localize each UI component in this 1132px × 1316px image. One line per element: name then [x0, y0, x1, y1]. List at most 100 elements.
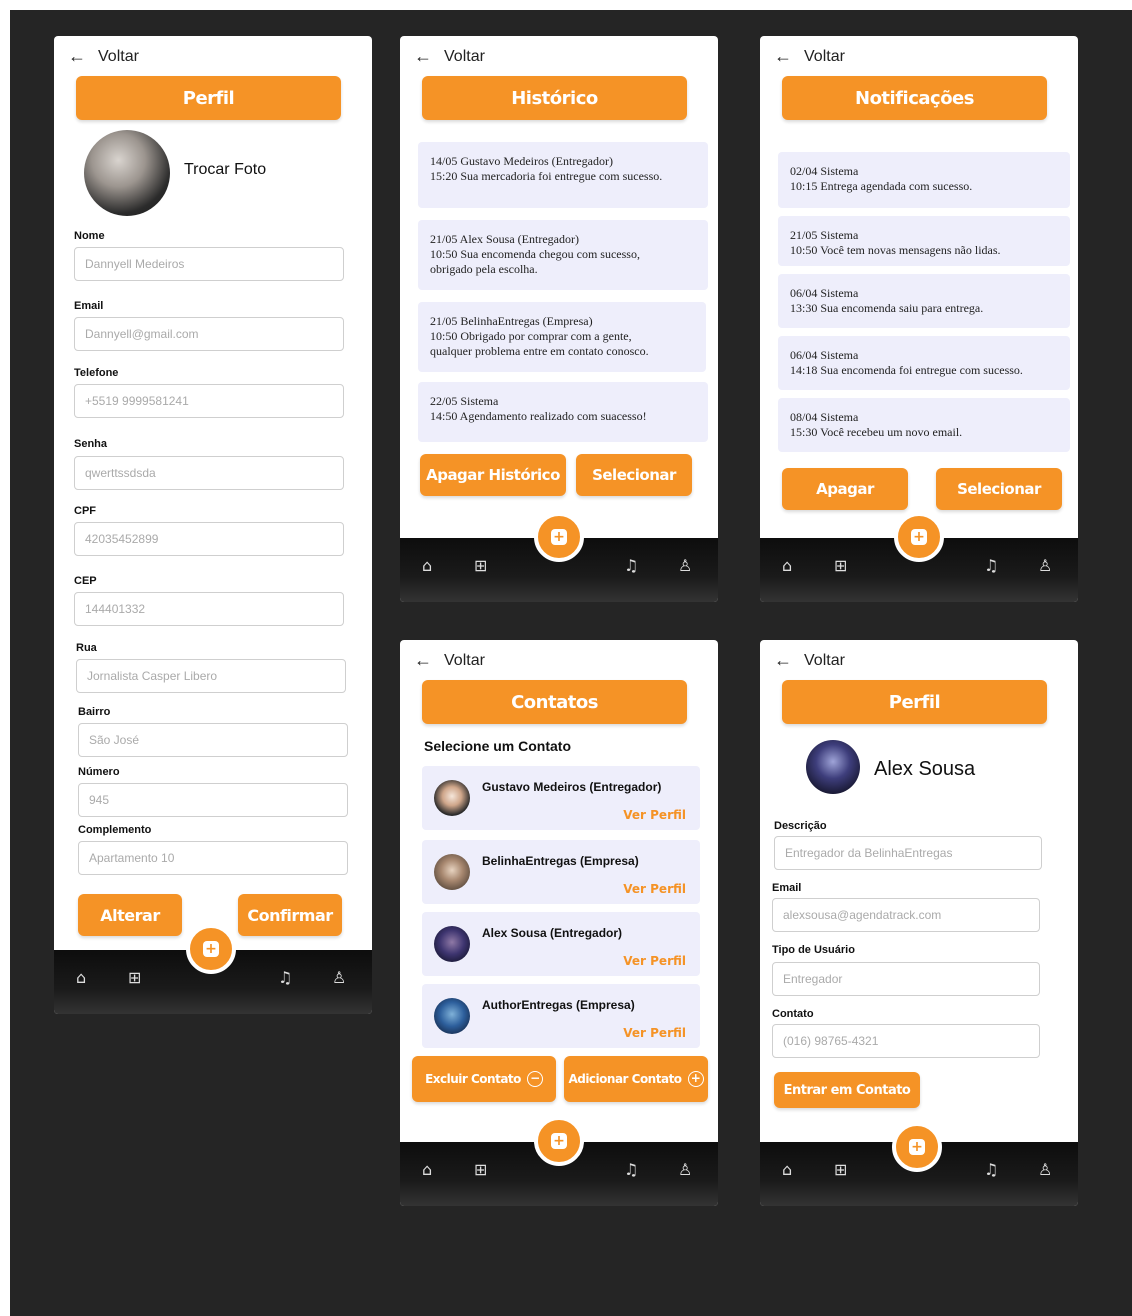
list-item[interactable]: 06/04 Sistema 14:18 Sua encomenda foi en… — [778, 336, 1070, 390]
field-label-complemento: Complemento — [78, 824, 152, 836]
arrow-left-icon: ← — [414, 46, 432, 66]
view-profile-link[interactable]: Ver Perfil — [623, 954, 686, 968]
user-icon[interactable]: ♙ — [1038, 556, 1052, 575]
list-item[interactable]: 08/04 Sistema 15:30 Você recebeu um novo… — [778, 398, 1070, 452]
item-text: 15:20 Sua mercadoria foi entregue com su… — [430, 169, 663, 183]
field-label-rua: Rua — [76, 642, 97, 654]
add-contact-button[interactable]: Adicionar Contato + — [564, 1056, 708, 1102]
item-header: 14/05 Gustavo Medeiros (Entregador) — [430, 154, 613, 168]
add-fab[interactable]: + — [534, 1116, 584, 1166]
email-field: alexsousa@agendatrack.com — [772, 898, 1040, 932]
back-label: Voltar — [804, 651, 845, 669]
contact-name: AuthorEntregas (Empresa) — [482, 998, 635, 1012]
remove-contact-label: Excluir Contato — [425, 1072, 521, 1086]
bell-icon[interactable]: ♫ — [984, 556, 998, 575]
page-title: Perfil — [782, 680, 1047, 724]
add-fab[interactable]: + — [186, 924, 236, 974]
delete-button[interactable]: Apagar — [782, 468, 908, 510]
user-icon[interactable]: ♙ — [1038, 1160, 1052, 1179]
back-label: Voltar — [98, 47, 139, 65]
email-field[interactable]: Dannyell@gmail.com — [74, 317, 344, 351]
home-icon[interactable]: ⌂ — [422, 1160, 432, 1179]
list-item[interactable]: BelinhaEntregas (Empresa) Ver Perfil — [422, 840, 700, 904]
list-item[interactable]: Alex Sousa (Entregador) Ver Perfil — [422, 912, 700, 976]
list-item[interactable]: 21/05 Sistema 10:50 Você tem novas mensa… — [778, 216, 1070, 266]
history-screen: ← Voltar Histórico 14/05 Gustavo Medeiro… — [400, 36, 718, 602]
canvas: ← Voltar Perfil Trocar Foto Nome Dannyel… — [10, 10, 1132, 1316]
user-icon[interactable]: ♙ — [678, 1160, 692, 1179]
bell-icon[interactable]: ♫ — [278, 968, 292, 987]
notifications-screen: ← Voltar Notificações 02/04 Sistema 10:1… — [760, 36, 1078, 602]
grid-icon[interactable]: ⊞ — [834, 556, 847, 575]
home-icon[interactable]: ⌂ — [422, 556, 432, 575]
plus-circle-icon: + — [687, 1071, 704, 1087]
change-photo-button[interactable]: Trocar Foto — [184, 161, 266, 179]
list-item[interactable]: 02/04 Sistema 10:15 Entrega agendada com… — [778, 152, 1070, 208]
back-button[interactable]: ← Voltar — [774, 46, 845, 67]
home-icon[interactable]: ⌂ — [76, 968, 86, 987]
field-label-telefone: Telefone — [74, 367, 119, 379]
add-fab[interactable]: + — [894, 512, 944, 562]
list-item[interactable]: AuthorEntregas (Empresa) Ver Perfil — [422, 984, 700, 1048]
item-header: 06/04 Sistema — [790, 348, 859, 362]
view-profile-link[interactable]: Ver Perfil — [623, 882, 686, 896]
back-button[interactable]: ← Voltar — [414, 650, 485, 671]
grid-icon[interactable]: ⊞ — [474, 556, 487, 575]
list-item[interactable]: 06/04 Sistema 13:30 Sua encomenda saiu p… — [778, 274, 1070, 328]
alter-button[interactable]: Alterar — [78, 894, 182, 936]
phone-field[interactable]: +5519 9999581241 — [74, 384, 344, 418]
add-fab[interactable]: + — [534, 512, 584, 562]
back-button[interactable]: ← Voltar — [414, 46, 485, 67]
password-field[interactable]: qwerttssdsda — [74, 456, 344, 490]
user-icon[interactable]: ♙ — [332, 968, 346, 987]
back-button[interactable]: ← Voltar — [774, 650, 845, 671]
add-fab[interactable]: + — [892, 1122, 942, 1172]
description-field: Entregador da BelinhaEntregas — [774, 836, 1042, 870]
contact-name: Alex Sousa (Entregador) — [482, 926, 623, 940]
page-title: Histórico — [422, 76, 687, 120]
bell-icon[interactable]: ♫ — [624, 556, 638, 575]
field-label-cep: CEP — [74, 575, 97, 587]
confirm-button[interactable]: Confirmar — [238, 894, 342, 936]
list-item[interactable]: 21/05 Alex Sousa (Entregador) 10:50 Sua … — [418, 220, 708, 290]
view-profile-link[interactable]: Ver Perfil — [623, 808, 686, 822]
avatar — [434, 998, 470, 1034]
back-label: Voltar — [804, 47, 845, 65]
view-profile-link[interactable]: Ver Perfil — [623, 1026, 686, 1040]
bell-icon[interactable]: ♫ — [624, 1160, 638, 1179]
add-contact-label: Adicionar Contato — [568, 1072, 682, 1086]
select-button[interactable]: Selecionar — [936, 468, 1062, 510]
bell-icon[interactable]: ♫ — [984, 1160, 998, 1179]
section-subtitle: Selecione um Contato — [424, 738, 572, 754]
remove-contact-button[interactable]: Excluir Contato − — [412, 1056, 556, 1102]
list-item[interactable]: 21/05 BelinhaEntregas (Empresa) 10:50 Ob… — [418, 302, 706, 372]
list-item[interactable]: 14/05 Gustavo Medeiros (Entregador) 15:2… — [418, 142, 708, 208]
plus-icon: + — [911, 529, 927, 545]
street-field[interactable]: Jornalista Casper Libero — [76, 659, 346, 693]
home-icon[interactable]: ⌂ — [782, 1160, 792, 1179]
cpf-field[interactable]: 42035452899 — [74, 522, 344, 556]
number-field[interactable]: 945 — [78, 783, 348, 817]
contact-name: BelinhaEntregas (Empresa) — [482, 854, 639, 868]
complement-field[interactable]: Apartamento 10 — [78, 841, 348, 875]
name-field[interactable]: Dannyell Medeiros — [74, 247, 344, 281]
list-item[interactable]: Gustavo Medeiros (Entregador) Ver Perfil — [422, 766, 700, 830]
list-item[interactable]: 22/05 Sistema 14:50 Agendamento realizad… — [418, 382, 708, 442]
contact-button[interactable]: Entrar em Contato — [774, 1072, 920, 1108]
back-button[interactable]: ← Voltar — [68, 46, 139, 67]
grid-icon[interactable]: ⊞ — [128, 968, 141, 987]
page-title: Notificações — [782, 76, 1047, 120]
item-text: 14:50 Agendamento realizado com suacesso… — [430, 409, 647, 423]
item-header: 21/05 Alex Sousa (Entregador) — [430, 232, 579, 246]
home-icon[interactable]: ⌂ — [782, 556, 792, 575]
cep-field[interactable]: 144401332 — [74, 592, 344, 626]
clear-history-button[interactable]: Apagar Histórico — [420, 454, 566, 496]
field-label-nome: Nome — [74, 230, 105, 242]
avatar[interactable] — [84, 130, 170, 216]
select-button[interactable]: Selecionar — [576, 454, 692, 496]
grid-icon[interactable]: ⊞ — [474, 1160, 487, 1179]
user-icon[interactable]: ♙ — [678, 556, 692, 575]
grid-icon[interactable]: ⊞ — [834, 1160, 847, 1179]
item-header: 06/04 Sistema — [790, 286, 859, 300]
neighborhood-field[interactable]: São José — [78, 723, 348, 757]
